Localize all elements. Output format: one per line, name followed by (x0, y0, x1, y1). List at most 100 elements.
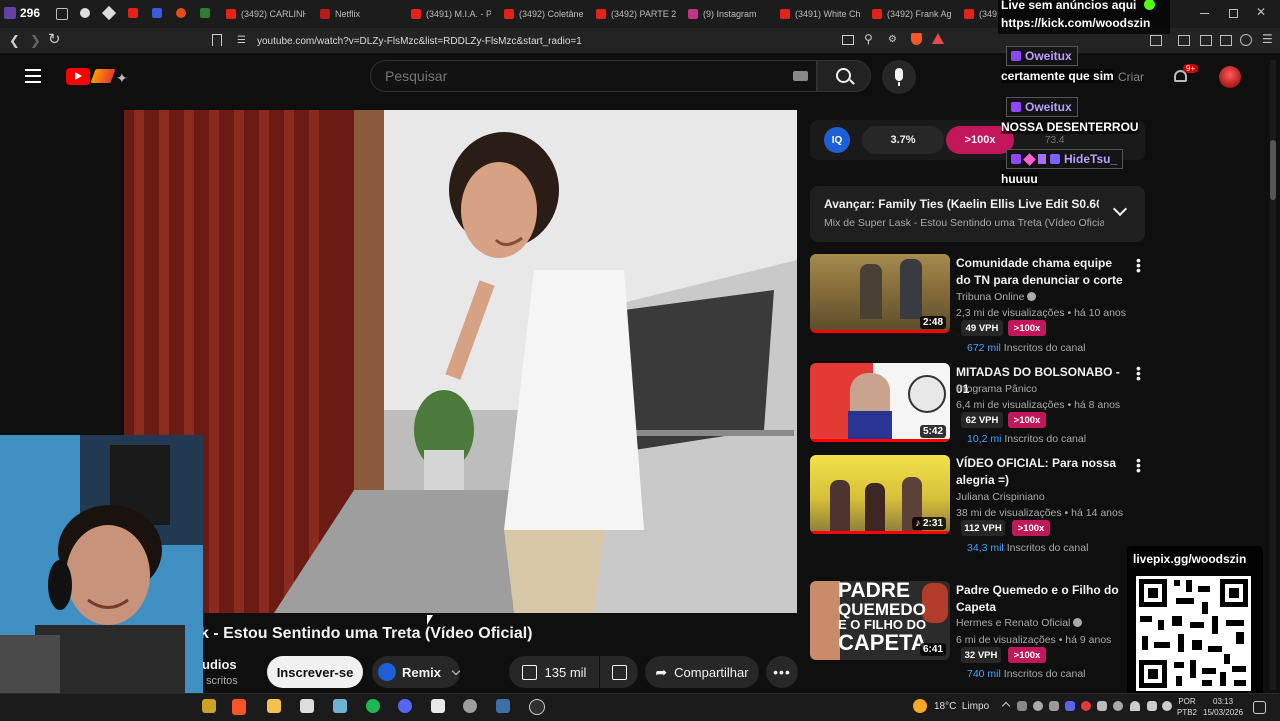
extension-icon[interactable] (1220, 35, 1232, 46)
bookmark-icon[interactable] (212, 34, 222, 46)
notifications-button[interactable]: 9+ (1172, 64, 1199, 87)
weather-icon[interactable] (913, 699, 927, 713)
spotify-icon[interactable] (366, 699, 380, 713)
more-options-icon[interactable]: ••• (1136, 453, 1141, 477)
steam-icon[interactable] (496, 699, 510, 713)
menu-icon[interactable]: ☰ (1262, 32, 1273, 46)
extension-icon[interactable] (176, 8, 186, 18)
cast-icon[interactable] (842, 35, 854, 45)
tray-icon[interactable] (1017, 701, 1027, 711)
youtube-logo[interactable]: ✦ (66, 67, 138, 86)
zoom-icon[interactable]: ⚲ (864, 32, 873, 46)
extension-icon[interactable] (1200, 35, 1212, 46)
next-up-card[interactable] (810, 186, 1145, 242)
browser-tab[interactable]: (3492) Coletâne... (504, 4, 584, 24)
extension-icon[interactable] (128, 8, 138, 18)
like-button[interactable]: 135 mil (509, 656, 599, 688)
rec-title[interactable]: Comunidade chama equipe do TN para denun… (956, 255, 1126, 289)
rec-title[interactable]: Padre Quemedo e o Filho do Capeta (956, 582, 1126, 615)
extension-icon[interactable] (1178, 35, 1190, 46)
minimize-icon[interactable] (1200, 13, 1209, 14)
translate-icon[interactable]: ⚙ (888, 34, 897, 45)
brave-rewards-icon[interactable] (932, 33, 944, 44)
search-input[interactable] (370, 60, 817, 92)
app-icon[interactable] (300, 699, 314, 713)
twitch-icon (1011, 154, 1021, 164)
rec-channel[interactable]: Hermes e Renato Oficial (956, 617, 1083, 629)
mute-icon[interactable] (56, 8, 68, 20)
video-thumbnail[interactable]: ♪ 2:31 (810, 455, 950, 534)
rec-channel[interactable]: Programa Pânico (956, 383, 1037, 395)
live-dot-icon (1143, 0, 1155, 10)
extension-icon[interactable] (152, 8, 162, 18)
video-thumbnail[interactable]: PADRE QUEMEDO E O FILHO DO CAPETA 6:41 (810, 581, 950, 660)
video-thumbnail[interactable]: 5:42 (810, 363, 950, 442)
onedrive-icon[interactable] (1162, 701, 1172, 711)
browser-tab[interactable]: (3492) CARLINH... (226, 4, 306, 24)
app-icon[interactable] (463, 699, 477, 713)
extension-icon[interactable] (1150, 35, 1162, 46)
app-icon[interactable] (431, 699, 445, 713)
back-icon[interactable]: ❮ (9, 33, 20, 49)
avatar[interactable] (1219, 66, 1241, 88)
browser-tab[interactable]: (9) Instagram (688, 4, 768, 24)
browser-tab[interactable]: (3491) M.I.A. - P... (411, 4, 491, 24)
subscribe-button[interactable]: Inscrever-se (267, 656, 363, 688)
brave-shield-icon[interactable] (911, 33, 922, 45)
thumbnail-text: QUEMEDO (838, 600, 926, 619)
browser-tab[interactable]: (3492) Frank Ag... (872, 4, 952, 24)
browser-tab[interactable]: (349... (964, 4, 998, 24)
close-icon[interactable]: ✕ (1256, 5, 1266, 19)
browser-tab[interactable]: Netflix (320, 4, 395, 24)
maximize-icon[interactable] (1229, 9, 1238, 18)
channel-name[interactable]: udios (202, 657, 237, 672)
obs-icon[interactable] (529, 699, 545, 715)
tray-icon[interactable] (1081, 701, 1091, 711)
more-options-icon[interactable]: ••• (1136, 253, 1141, 277)
discord-icon[interactable] (398, 699, 412, 713)
rec-subscribers: 672 mil Inscritos do canal (967, 342, 1086, 354)
folder-icon[interactable] (267, 699, 281, 713)
share-button[interactable]: ➦ Compartilhar (645, 656, 759, 688)
create-button[interactable]: Criar (1118, 70, 1144, 84)
keyboard-icon[interactable] (793, 71, 808, 81)
app-icon[interactable] (333, 699, 347, 713)
scrollbar[interactable] (1270, 60, 1276, 690)
iq-badge[interactable]: IQ (824, 127, 850, 153)
tray-icon[interactable] (1097, 701, 1107, 711)
rec-title[interactable]: VÍDEO OFICIAL: Para nossa alegria =) (956, 455, 1126, 488)
speaker-icon[interactable] (1147, 701, 1157, 711)
language-indicator[interactable]: POR PTB2 (1177, 696, 1197, 718)
video-thumbnail[interactable]: 2:48 (810, 254, 950, 333)
remix-button[interactable]: Remix (372, 656, 461, 688)
rec-channel[interactable]: Tribuna Online (956, 291, 1037, 303)
vpn-icon[interactable] (1240, 34, 1252, 46)
search-button[interactable] (817, 60, 871, 92)
browser-tab[interactable]: (3492) PARTE 2... (596, 4, 676, 24)
brave-icon[interactable] (232, 699, 246, 715)
tray-icon[interactable] (1033, 701, 1043, 711)
browser-tab[interactable]: (3491) White Ch... (780, 4, 860, 24)
vph-badge: 32 VPH (961, 647, 1001, 663)
wifi-icon[interactable] (1130, 701, 1140, 711)
more-actions-button[interactable]: ••• (766, 656, 798, 688)
rec-channel[interactable]: Juliana Crispiniano (956, 491, 1045, 503)
voice-search-button[interactable] (882, 60, 916, 94)
notification-center-icon[interactable] (1253, 701, 1266, 714)
tab-counter[interactable]: 296 (4, 4, 40, 22)
video-player[interactable] (124, 110, 797, 613)
clock[interactable]: 03:13 15/03/2026 (1203, 696, 1243, 718)
more-options-icon[interactable]: ••• (1136, 361, 1141, 385)
webcam-feed (0, 435, 203, 697)
extension-icon[interactable] (80, 8, 90, 18)
widgets-icon[interactable] (202, 699, 216, 713)
menu-icon[interactable] (25, 69, 41, 83)
forward-icon[interactable]: ❯ (30, 33, 41, 49)
tray-icon[interactable] (1049, 701, 1059, 711)
tray-icon[interactable] (1065, 701, 1075, 711)
dislike-button[interactable] (600, 656, 638, 688)
tray-icon[interactable] (1113, 701, 1123, 711)
reload-icon[interactable]: ↻ (48, 30, 61, 48)
weather-text[interactable]: 18°C Limpo (934, 701, 989, 712)
extension-icon[interactable] (200, 8, 210, 18)
